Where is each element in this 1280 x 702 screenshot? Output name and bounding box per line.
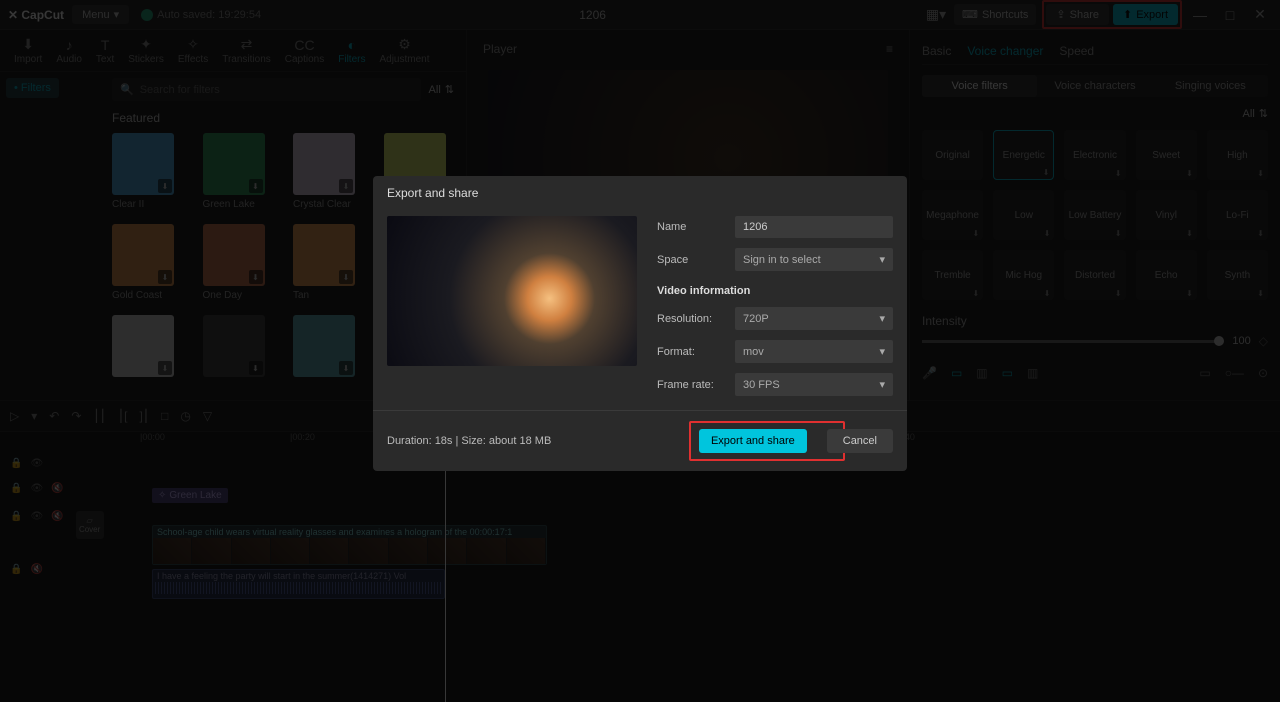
name-input[interactable] xyxy=(735,216,893,238)
name-label: Name xyxy=(657,221,725,233)
export-highlight-box: Export and share xyxy=(689,421,845,461)
export-modal: Export and share Name Space Sign in to s… xyxy=(373,176,907,471)
format-label: Format: xyxy=(657,346,725,358)
framerate-label: Frame rate: xyxy=(657,379,725,391)
export-info: Duration: 18s | Size: about 18 MB xyxy=(387,435,689,447)
resolution-select[interactable]: 720P▾ xyxy=(735,307,893,330)
export-and-share-button[interactable]: Export and share xyxy=(699,429,807,453)
framerate-select[interactable]: 30 FPS▾ xyxy=(735,373,893,396)
format-select[interactable]: mov▾ xyxy=(735,340,893,363)
cancel-button[interactable]: Cancel xyxy=(827,429,893,453)
modal-title: Export and share xyxy=(373,176,907,210)
resolution-label: Resolution: xyxy=(657,313,725,325)
video-info-heading: Video information xyxy=(657,285,893,297)
space-label: Space xyxy=(657,254,725,266)
export-preview xyxy=(387,216,637,366)
space-select[interactable]: Sign in to select▾ xyxy=(735,248,893,271)
